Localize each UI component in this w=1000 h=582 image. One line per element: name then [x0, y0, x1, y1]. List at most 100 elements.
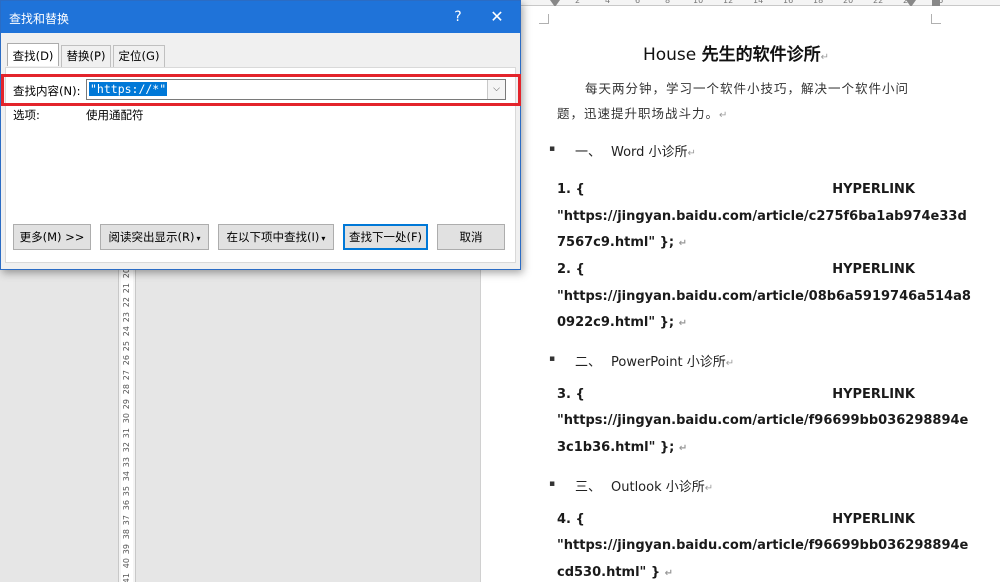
link-2-line-2: "https://jingyan.baidu.com/article/08b6a…: [557, 289, 971, 304]
vruler-number: 24: [122, 326, 131, 337]
vruler-number: 31: [122, 427, 131, 438]
tab-find[interactable]: 查找(D): [7, 43, 59, 66]
section-title: Word 小诊所: [611, 145, 688, 160]
intro-line-2: 题，迅速提升职场战斗力。: [557, 106, 720, 121]
vruler-number: 40: [122, 558, 131, 569]
link-2-line-3: 0922c9.html" }; ↵: [557, 315, 915, 330]
link-prefix: 2. {: [557, 262, 585, 277]
vruler-number: 39: [122, 543, 131, 554]
reading-highlight-label: 阅读突出显示(R): [108, 230, 195, 244]
link-tail: 0922c9.html" };: [557, 315, 675, 330]
cancel-button[interactable]: 取消: [437, 224, 505, 250]
link-3-line-1: 3. { HYPERLINK: [557, 387, 915, 402]
section-number: 一、: [575, 145, 602, 160]
reading-highlight-button[interactable]: 阅读突出显示(R) ▾: [100, 224, 209, 250]
intro-line-1: 每天两分钟，学习一个软件小技巧，解决一个软件小问: [585, 81, 910, 96]
more-button[interactable]: 更多(M) >>: [13, 224, 91, 250]
intro-paragraph: 每天两分钟，学习一个软件小技巧，解决一个软件小问 题，迅速提升职场战斗力。↵: [557, 76, 917, 128]
vruler-number: 25: [122, 340, 131, 351]
link-prefix: 4. {: [557, 512, 585, 527]
hruler-number: 2: [575, 0, 581, 5]
options-label: 选项:: [13, 108, 40, 122]
margin-corner: [931, 14, 941, 24]
hruler-number: 12: [723, 0, 734, 5]
title-prefix: House: [642, 45, 702, 65]
link-prefix: 3. {: [557, 387, 585, 402]
hruler-number: 18: [813, 0, 824, 5]
find-in-label: 在以下项中查找(I): [226, 230, 320, 244]
section-title: PowerPoint 小诊所: [611, 355, 726, 370]
paragraph-mark: ↵: [820, 52, 830, 63]
vruler-number: 23: [122, 311, 131, 322]
find-replace-dialog[interactable]: 查找和替换 ? ✕ 查找(D) 替换(P) 定位(G) 查找内容(N): "ht…: [0, 0, 521, 270]
dropdown-caret-icon: ▾: [196, 234, 201, 243]
margin-corner: [539, 14, 549, 24]
link-keyword: HYPERLINK: [832, 512, 915, 527]
close-icon[interactable]: ✕: [478, 1, 516, 33]
tab-replace[interactable]: 替换(P): [61, 45, 111, 67]
paragraph-mark: ↵: [664, 568, 674, 579]
section-heading: 一、 Word 小诊所↵: [575, 141, 696, 160]
hruler-number: 4: [605, 0, 611, 5]
hruler-number: 14: [753, 0, 764, 5]
link-1-line-3: 7567c9.html" }; ↵: [557, 235, 915, 250]
paragraph-mark: ↵: [678, 318, 688, 329]
vruler-number: 33: [122, 456, 131, 467]
tab-goto[interactable]: 定位(G): [113, 45, 165, 67]
options-value: 使用通配符: [86, 108, 144, 122]
vruler-number: 29: [122, 398, 131, 409]
paragraph-mark: ↵: [678, 238, 688, 249]
dropdown-caret-icon: ▾: [321, 234, 326, 243]
document-page[interactable]: House 先生的软件诊所↵ 每天两分钟，学习一个软件小技巧，解决一个软件小问 …: [480, 6, 1000, 582]
link-tail: 7567c9.html" };: [557, 235, 675, 250]
paragraph-mark: ↵: [678, 443, 688, 454]
vruler-number: 35: [122, 485, 131, 496]
section-heading: 二、 PowerPoint 小诊所↵: [575, 351, 734, 370]
link-3-line-2: "https://jingyan.baidu.com/article/f9669…: [557, 413, 969, 428]
link-tail: 3c1b36.html" };: [557, 440, 675, 455]
link-keyword: HYPERLINK: [832, 262, 915, 277]
document-title: House 先生的软件诊所↵: [551, 40, 921, 65]
dialog-titlebar[interactable]: 查找和替换 ? ✕: [1, 1, 520, 33]
paragraph-mark: ↵: [725, 358, 735, 369]
vruler-number: 38: [122, 529, 131, 540]
vruler-number: 36: [122, 500, 131, 511]
link-4-line-2: "https://jingyan.baidu.com/article/f9669…: [557, 538, 969, 553]
paragraph-mark: ↵: [687, 148, 696, 159]
section-number: 二、: [575, 355, 602, 370]
title-bold: 先生的软件诊所: [701, 45, 821, 65]
section-title: Outlook 小诊所: [611, 480, 705, 495]
paragraph-mark: ↵: [704, 483, 714, 494]
link-1-line-2: "https://jingyan.baidu.com/article/c275f…: [557, 209, 967, 224]
link-1-line-1: 1. { HYPERLINK: [557, 182, 915, 197]
vertical-ruler-labels: 20 21 22 23 24 25 26 27 28 29 30 31 32 3…: [121, 268, 133, 582]
paragraph-mark: ↵: [719, 110, 729, 121]
vruler-number: 21: [122, 282, 131, 293]
vruler-number: 30: [122, 413, 131, 424]
hruler-number: 16: [783, 0, 794, 5]
hruler-number: 10: [693, 0, 704, 5]
help-button[interactable]: ?: [439, 1, 477, 33]
link-prefix: 1. {: [557, 182, 585, 197]
link-4-line-1: 4. { HYPERLINK: [557, 512, 915, 527]
section-heading: 三、 Outlook 小诊所↵: [575, 476, 713, 495]
find-in-button[interactable]: 在以下项中查找(I) ▾: [218, 224, 334, 250]
bullet-icon: ▪: [549, 479, 556, 489]
vruler-number: 41: [122, 572, 131, 582]
hruler-number: 8: [665, 0, 671, 5]
vruler-number: 28: [122, 384, 131, 395]
link-keyword: HYPERLINK: [832, 182, 915, 197]
dialog-title: 查找和替换: [9, 12, 70, 26]
vruler-number: 27: [122, 369, 131, 380]
link-3-line-3: 3c1b36.html" }; ↵: [557, 440, 915, 455]
vruler-number: 32: [122, 442, 131, 453]
link-keyword: HYPERLINK: [832, 387, 915, 402]
hruler-number: 22: [873, 0, 884, 5]
link-4-line-3: cd530.html" } ↵: [557, 565, 915, 580]
bullet-icon: ▪: [549, 144, 556, 154]
section-number: 三、: [575, 480, 602, 495]
find-next-button[interactable]: 查找下一处(F): [343, 224, 428, 250]
hruler-number: 6: [635, 0, 641, 5]
link-tail: cd530.html" }: [557, 565, 661, 580]
link-2-line-1: 2. { HYPERLINK: [557, 262, 915, 277]
